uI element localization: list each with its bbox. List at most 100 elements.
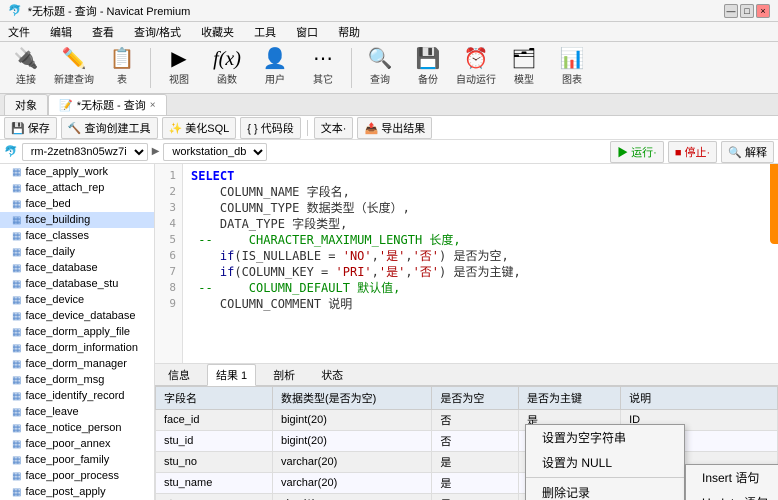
code-editor[interactable]: 123456789 SELECT COLUMN_NAME 字段名, COLUMN… (155, 164, 778, 364)
window-controls[interactable]: — □ × (724, 4, 770, 18)
sidebar-item[interactable]: ▦face_identify_record (0, 388, 154, 404)
query-toolbar: 💾 保存 🔨 查询创建工具 ✨ 美化SQL { } 代码段 文本· 📤 导出结果 (0, 116, 778, 140)
maximize-btn[interactable]: □ (740, 4, 754, 18)
sidebar-item[interactable]: ▦face_post_apply (0, 484, 154, 500)
cell-type: varchar(20) (273, 473, 432, 494)
other-label: 其它 (313, 71, 333, 86)
sidebar-item[interactable]: ▦face_poor_family (0, 452, 154, 468)
code-content[interactable]: SELECT COLUMN_NAME 字段名, COLUMN_TYPE 数据类型… (183, 164, 778, 363)
cell-field: stu_no (156, 452, 273, 473)
toolbar-other[interactable]: ⋯ 其它 (301, 45, 345, 91)
stop-button[interactable]: ■ 停止· (668, 141, 717, 163)
menu-help[interactable]: 帮助 (334, 24, 364, 40)
code-line: if(IS_NULLABLE = 'NO','是','否') 是否为空, (191, 248, 770, 264)
toolbar-backup[interactable]: 💾 备份 (406, 45, 450, 91)
run-button[interactable]: ▶ 运行· (610, 141, 664, 163)
connect-icon: 🔌 (14, 49, 39, 69)
sidebar-item[interactable]: ▦face_dorm_information (0, 340, 154, 356)
menu-view[interactable]: 查看 (88, 24, 118, 40)
menu-edit[interactable]: 编辑 (46, 24, 76, 40)
menu-file[interactable]: 文件 (4, 24, 34, 40)
toolbar-auto-run[interactable]: ⏰ 自动运行 (454, 45, 498, 91)
code-segment-button[interactable]: { } 代码段 (240, 117, 300, 139)
toolbar-user[interactable]: 👤 用户 (253, 45, 297, 91)
tab-object-label: 对象 (15, 97, 37, 113)
menu-favorites[interactable]: 收藏夹 (197, 24, 238, 40)
toolbar-model[interactable]: 🗂 模型 (502, 45, 546, 91)
toolbar-new-query[interactable]: ✏️ 新建查询 (52, 45, 96, 91)
sub-ctx-update[interactable]: Update 语句 (686, 490, 778, 500)
menu-window[interactable]: 窗口 (292, 24, 322, 40)
sidebar-item[interactable]: ▦face_dorm_apply_file (0, 324, 154, 340)
close-btn[interactable]: × (756, 4, 770, 18)
sidebar-item[interactable]: ▦face_leave (0, 404, 154, 420)
sidebar-item[interactable]: ▦face_apply_work (0, 164, 154, 180)
result-tab-status[interactable]: 状态 (312, 364, 352, 386)
sidebar-item[interactable]: ▦face_notice_person (0, 420, 154, 436)
ctx-delete-record[interactable]: 删除记录 (526, 480, 684, 500)
result-tab-analyze[interactable]: 剖析 (264, 364, 304, 386)
line-number: 5 (161, 232, 176, 248)
ctx-sep-1 (526, 477, 684, 478)
sidebar-item[interactable]: ▦face_dorm_manager (0, 356, 154, 372)
sidebar-item[interactable]: ▦face_poor_process (0, 468, 154, 484)
explain-button[interactable]: 🔍 解释 (721, 141, 774, 163)
line-number: 9 (161, 296, 176, 312)
tab-close-btn[interactable]: × (150, 100, 156, 111)
connection-select[interactable]: rm-2zetn83n05wz7i (22, 143, 148, 161)
new-query-label: 新建查询 (54, 71, 94, 86)
sidebar-item[interactable]: ▦face_dorm_msg (0, 372, 154, 388)
text-button[interactable]: 文本· (314, 117, 354, 139)
tab-object[interactable]: 对象 (4, 94, 48, 115)
cell-field: stu_sex (156, 494, 273, 500)
database-select[interactable]: workstation_db (163, 143, 267, 161)
sub-ctx-insert[interactable]: Insert 语句 (686, 465, 778, 490)
sidebar-item[interactable]: ▦face_device (0, 292, 154, 308)
conn-arrow: ▶ (152, 146, 160, 157)
cell-type: bigint(20) (273, 410, 432, 431)
toolbar-chart[interactable]: 📊 图表 (550, 45, 594, 91)
new-query-icon: ✏️ (62, 49, 87, 69)
sidebar-item[interactable]: ▦face_bed (0, 196, 154, 212)
sidebar-item[interactable]: ▦face_poor_annex (0, 436, 154, 452)
toolbar-function[interactable]: f(x) 函数 (205, 45, 249, 91)
code-line: SELECT (191, 168, 770, 184)
backup-icon: 💾 (416, 49, 441, 69)
table-icon: ▦ (12, 231, 21, 242)
table-icon: ▦ (12, 311, 21, 322)
sidebar-item[interactable]: ▦face_device_database (0, 308, 154, 324)
sidebar-item[interactable]: ▦face_classes (0, 228, 154, 244)
result-tab-info[interactable]: 信息 (159, 364, 199, 386)
export-button[interactable]: 📤 导出结果 (357, 117, 432, 139)
sidebar-item[interactable]: ▦face_building (0, 212, 154, 228)
table-icon: ▦ (12, 167, 21, 178)
toolbar-table[interactable]: 📋 表 (100, 45, 144, 91)
table-icon: ▦ (12, 439, 21, 450)
sidebar-item[interactable]: ▦face_daily (0, 244, 154, 260)
toolbar-view[interactable]: ▶ 视图 (157, 45, 201, 91)
conn-toolbar: 🐬 rm-2zetn83n05wz7i ▶ workstation_db ▶ 运… (0, 140, 778, 164)
cell-type: bigint(20) (273, 431, 432, 452)
sidebar: ▦face_apply_work▦face_attach_rep▦face_be… (0, 164, 155, 500)
menu-tools[interactable]: 工具 (250, 24, 280, 40)
save-button[interactable]: 💾 保存 (4, 117, 57, 139)
cell-nullable: 是 (432, 473, 519, 494)
query-builder-button[interactable]: 🔨 查询创建工具 (61, 117, 158, 139)
code-line: -- CHARACTER_MAXIMUM_LENGTH 长度, (191, 232, 770, 248)
beautify-sql-button[interactable]: ✨ 美化SQL (162, 117, 237, 139)
result-tab-1[interactable]: 结果 1 (207, 364, 256, 386)
toolbar-query[interactable]: 🔍 查询 (358, 45, 402, 91)
table-icon: ▦ (12, 423, 21, 434)
minimize-btn[interactable]: — (724, 4, 738, 18)
sidebar-item[interactable]: ▦face_database_stu (0, 276, 154, 292)
tab-bar: 对象 📝 *无标题 - 查询 × (0, 94, 778, 116)
sidebar-item[interactable]: ▦face_attach_rep (0, 180, 154, 196)
sidebar-item[interactable]: ▦face_database (0, 260, 154, 276)
toolbar-connect[interactable]: 🔌 连接 (4, 45, 48, 91)
ctx-set-null[interactable]: 设置为 NULL (526, 450, 684, 475)
menu-query-format[interactable]: 查询/格式 (130, 24, 185, 40)
ctx-set-empty-string[interactable]: 设置为空字符串 (526, 425, 684, 450)
tab-query[interactable]: 📝 *无标题 - 查询 × (48, 94, 167, 115)
conn-icon: 🐬 (4, 145, 18, 158)
chart-label: 图表 (562, 71, 582, 86)
